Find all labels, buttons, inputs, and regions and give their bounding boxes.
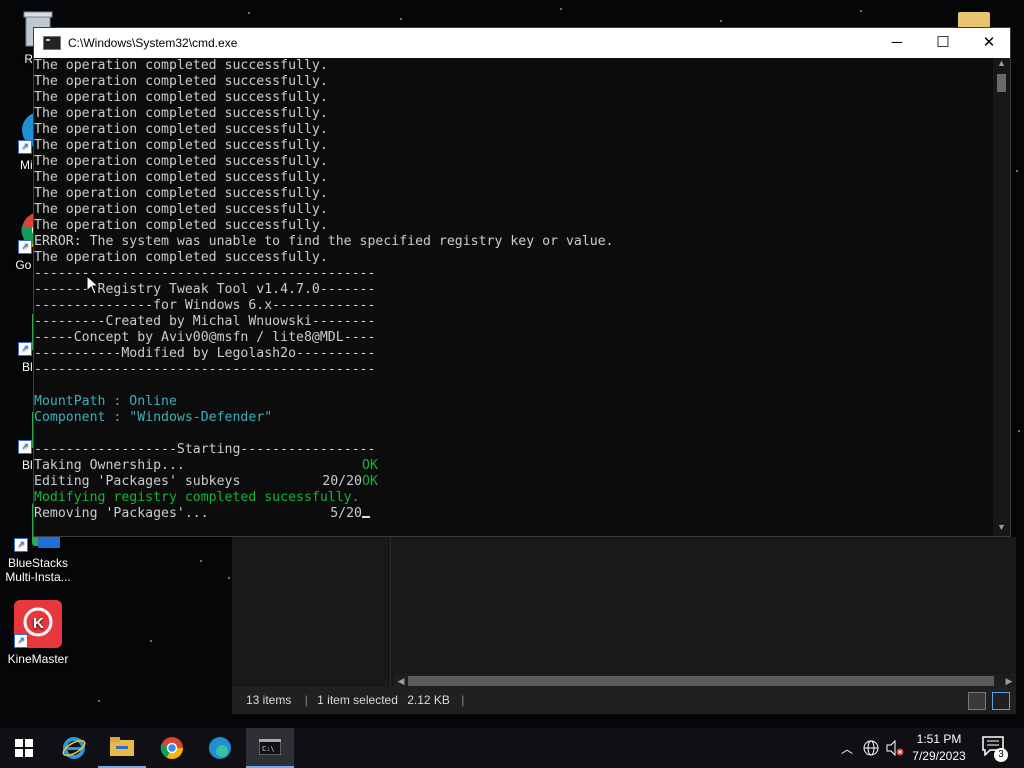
console-line: -----------Modified by Legolash2o-------…	[34, 346, 376, 361]
console-line: The operation completed successfully.	[34, 250, 328, 265]
console-line: Editing 'Packages' subkeys 20/20OK	[34, 474, 994, 490]
taskbar-cmd[interactable]: C:\	[246, 728, 294, 768]
large-icons-view-button[interactable]	[992, 692, 1010, 710]
horizontal-scrollbar[interactable]: ◀ ▶	[394, 674, 1016, 688]
clock-time: 1:51 PM	[916, 732, 962, 746]
console-line: ------------------Starting--------------…	[34, 442, 376, 457]
console-line: MountPath : Online	[34, 394, 177, 409]
taskbar-edge[interactable]	[196, 728, 244, 768]
status-label: Editing 'Packages' subkeys	[34, 474, 241, 489]
title-bar[interactable]: C:\Windows\System32\cmd.exe ─ ☐ ✕	[34, 28, 1010, 58]
taskbar-internet-explorer[interactable]	[50, 728, 98, 768]
status-bar: 13 items | 1 item selected 2.12 KB |	[232, 687, 1016, 714]
vertical-scrollbar[interactable]: ▲ ▼	[993, 58, 1010, 536]
file-explorer-window: ◀ ▶ 13 items | 1 item selected 2.12 KB |	[232, 537, 1016, 714]
svg-text:C:\: C:\	[262, 745, 275, 753]
maximize-button[interactable]: ☐	[920, 28, 966, 58]
console-line: The operation completed successfully.	[34, 218, 328, 233]
console-line: Modifying registry completed sucessfully…	[34, 490, 360, 505]
action-center-button[interactable]: 3	[982, 736, 1008, 762]
taskbar-chrome[interactable]	[148, 728, 196, 768]
details-view-button[interactable]	[968, 692, 986, 710]
console-line: The operation completed successfully.	[34, 154, 328, 169]
speaker-muted-icon	[886, 740, 904, 756]
console-line: The operation completed successfully.	[34, 122, 328, 137]
status-ok: OK	[362, 474, 378, 489]
chevron-up-icon: ︿	[840, 741, 853, 756]
console-line: -----Concept by Aviv00@msfn / lite8@MDL-…	[34, 330, 376, 345]
taskbar-file-explorer[interactable]	[98, 728, 146, 768]
clock-date: 7/29/2023	[912, 749, 966, 763]
kinemaster-icon: K ↗	[14, 600, 62, 648]
desktop-icon-kinemaster[interactable]: K ↗ KineMaster	[0, 600, 76, 666]
console-line: The operation completed successfully.	[34, 106, 328, 121]
console-output[interactable]: The operation completed successfully. The…	[34, 58, 994, 536]
console-line: Component : "Windows-Defender"	[34, 410, 273, 425]
start-button[interactable]	[0, 728, 48, 768]
minimize-button[interactable]: ─	[874, 28, 920, 58]
show-hidden-icons-button[interactable]: ︿	[838, 728, 856, 768]
selection-size: 2.12 KB	[407, 693, 450, 707]
status-ok: OK	[362, 458, 378, 473]
console-line: ----------------------------------------…	[34, 362, 376, 377]
console-line: The operation completed successfully.	[34, 90, 328, 105]
scroll-left-icon[interactable]: ◀	[394, 674, 408, 688]
console-line: --------Registry Tweak Tool v1.4.7.0----…	[34, 282, 376, 297]
selection-info: 1 item selected	[317, 693, 398, 707]
start-icon	[15, 739, 33, 757]
console-line: ---------------for Windows 6.x----------…	[34, 298, 376, 313]
mouse-cursor-icon	[86, 275, 100, 295]
cmd-window[interactable]: C:\Windows\System32\cmd.exe ─ ☐ ✕ The op…	[33, 27, 1011, 537]
text-cursor	[362, 516, 370, 518]
chrome-icon	[160, 737, 183, 759]
edge-icon	[209, 737, 231, 759]
console-line: The operation completed successfully.	[34, 58, 328, 73]
cmd-icon	[43, 36, 61, 50]
console-line: The operation completed successfully.	[34, 186, 328, 201]
folder-icon[interactable]	[958, 12, 990, 28]
progress-label: Removing 'Packages'...	[34, 506, 209, 521]
pane-divider[interactable]	[390, 537, 391, 687]
shortcut-arrow-icon: ↗	[18, 342, 32, 356]
scrollbar-thumb[interactable]	[408, 676, 994, 686]
globe-icon	[863, 740, 879, 756]
console-line: ----------------------------------------…	[34, 266, 376, 281]
console-line: The operation completed successfully.	[34, 202, 328, 217]
window-title: C:\Windows\System32\cmd.exe	[68, 36, 238, 50]
separator: |	[304, 693, 308, 707]
taskbar-clock[interactable]: 1:51 PM 7/29/2023	[906, 731, 972, 765]
scroll-right-icon[interactable]: ▶	[1002, 674, 1016, 688]
console-line: Removing 'Packages'... 5/20	[34, 506, 994, 522]
console-line: ---------Created by Michal Wnuowski-----…	[34, 314, 376, 329]
shortcut-arrow-icon: ↗	[14, 634, 28, 648]
status-label: Taking Ownership...	[34, 458, 185, 473]
shortcut-arrow-icon: ↗	[18, 440, 32, 454]
console-line: The operation completed successfully.	[34, 138, 328, 153]
file-explorer-icon	[110, 737, 134, 756]
internet-explorer-icon	[62, 737, 86, 759]
scrollbar-thumb[interactable]	[997, 74, 1006, 92]
close-button[interactable]: ✕	[966, 28, 1012, 58]
shortcut-arrow-icon: ↗	[18, 140, 32, 154]
status-count: 20/20	[322, 474, 362, 489]
taskbar: C:\ ︿ 1:51 PM 7/29/2023 3	[0, 728, 1024, 768]
console-line: The operation completed successfully.	[34, 170, 328, 185]
notification-count-badge: 3	[994, 748, 1008, 762]
console-line: The operation completed successfully.	[34, 74, 328, 89]
items-count: 13 items	[246, 693, 292, 707]
scroll-up-icon[interactable]: ▲	[993, 58, 1010, 72]
volume-button[interactable]	[884, 728, 906, 768]
cmd-icon: C:\	[259, 739, 281, 755]
shortcut-arrow-icon: ↗	[14, 538, 28, 552]
scroll-down-icon[interactable]: ▼	[993, 522, 1010, 536]
progress-count: 5/20	[330, 506, 362, 521]
svg-text:K: K	[33, 615, 44, 632]
console-line: ERROR: The system was unable to find the…	[34, 234, 614, 249]
shortcut-arrow-icon: ↗	[18, 240, 32, 254]
separator: |	[461, 693, 465, 707]
console-line: Taking Ownership... OK	[34, 458, 994, 474]
language-button[interactable]	[860, 728, 882, 768]
